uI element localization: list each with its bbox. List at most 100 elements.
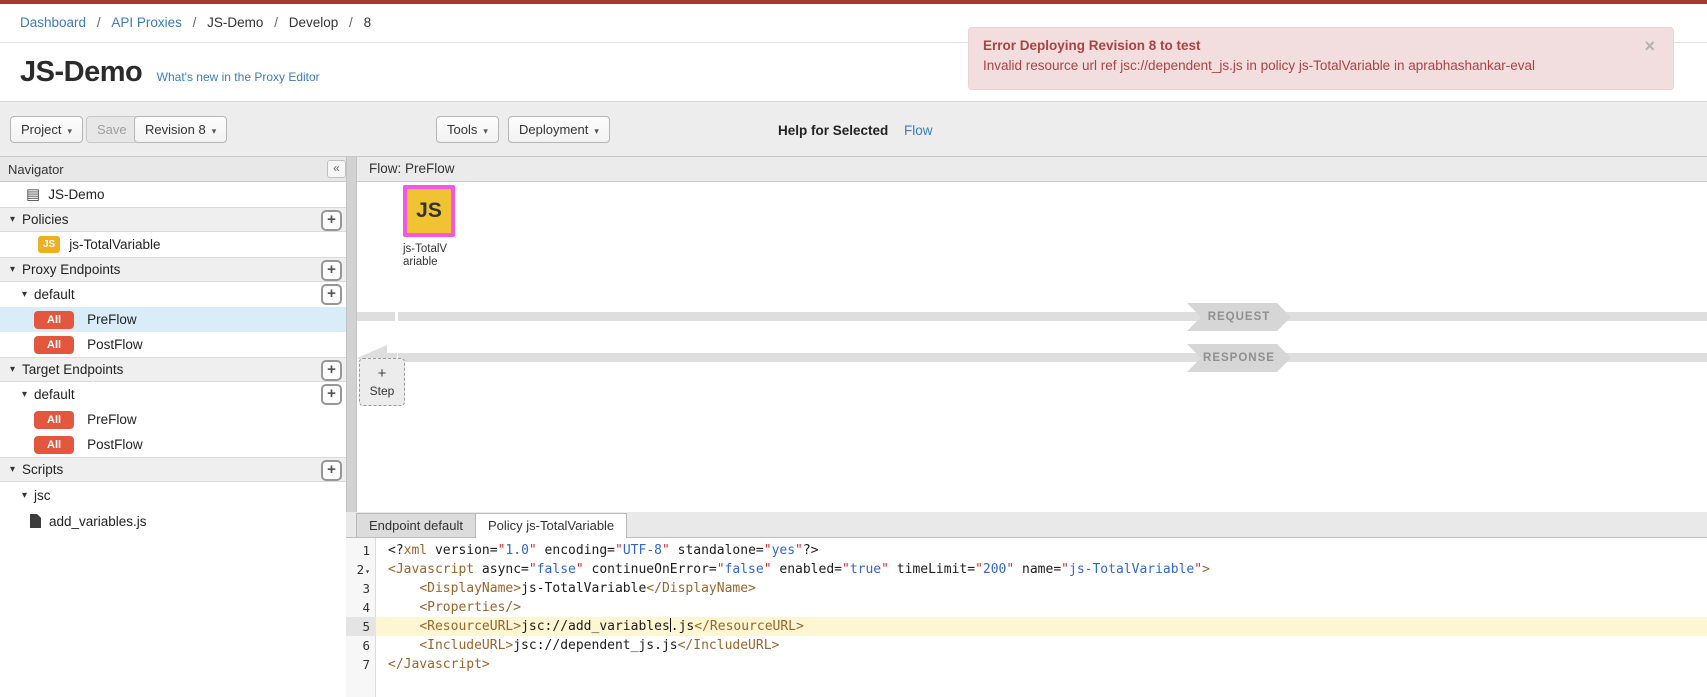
breadcrumb-separator: / (274, 15, 278, 30)
fold-caret-icon[interactable]: ▾ (365, 567, 370, 576)
proxy-editor-page: Dashboard / API Proxies / JS-Demo / Deve… (0, 0, 1707, 697)
sidebar-item-proxy-postflow[interactable]: All PostFlow (0, 332, 346, 357)
deployment-button-label: Deployment (519, 122, 588, 137)
add-step-button[interactable]: + Step (359, 358, 405, 406)
sidebar-section-label: Target Endpoints (22, 362, 123, 377)
chevron-down-icon[interactable]: ▾ (10, 364, 15, 375)
tools-button-label: Tools (447, 122, 477, 137)
code-line-text: <IncludeURL>jsc://dependent_js.js</Inclu… (376, 636, 1707, 655)
navigator-header: Navigator (0, 157, 346, 182)
code-line-2[interactable]: 2▾<Javascript async="false" continueOnEr… (346, 560, 1707, 579)
code-line-6[interactable]: 6 <IncludeURL>jsc://dependent_js.js</Inc… (346, 636, 1707, 655)
code-line-4[interactable]: 4 <Properties/> (346, 598, 1707, 617)
code-line-text: <?xml version="1.0" encoding="UTF-8" sta… (376, 541, 1707, 560)
sidebar-item-proxy-root[interactable]: ▤ JS-Demo (0, 182, 346, 207)
flow-panel: Flow: PreFlow JS js-TotalV ariable REQUE… (357, 157, 1707, 512)
add-policy-button[interactable]: + (321, 210, 342, 231)
code-tab-strip: Endpoint default Policy js-TotalVariable (346, 512, 1707, 538)
chevron-down-icon: ▾ (67, 126, 72, 136)
code-line-5[interactable]: 5 <ResourceURL>jsc://add_variables.js</R… (346, 617, 1707, 636)
sidebar-item-proxy-preflow[interactable]: All PreFlow (0, 307, 346, 332)
error-message: Invalid resource url ref jsc://dependent… (983, 56, 1601, 76)
navigator-panel: Navigator ▤ JS-Demo ▾ Policies + JS js-T… (0, 157, 346, 697)
sidebar-section-target-endpoints[interactable]: ▾ Target Endpoints + (0, 357, 346, 382)
chevron-down-icon[interactable]: ▾ (22, 389, 27, 400)
add-target-endpoint-button[interactable]: + (321, 360, 342, 381)
sidebar-item-add-variables-js[interactable]: add_variables.js (0, 508, 346, 534)
all-badge: All (34, 311, 74, 329)
revision-button-label: Revision 8 (145, 122, 206, 137)
sidebar-item-target-default[interactable]: ▾ default + (0, 382, 346, 407)
sidebar-item-label: add_variables.js (49, 514, 147, 529)
chevron-down-icon[interactable]: ▾ (10, 464, 15, 475)
deployment-button[interactable]: Deployment▾ (508, 116, 610, 143)
add-proxy-endpoint-button[interactable]: + (321, 260, 342, 281)
file-icon (30, 514, 41, 528)
response-banner: RESPONSE (1187, 344, 1291, 372)
add-script-button[interactable]: + (321, 460, 342, 481)
sidebar-item-target-preflow[interactable]: All PreFlow (0, 407, 346, 432)
sidebar-item-label: JS-Demo (48, 187, 104, 202)
code-line-text: <DisplayName>js-TotalVariable</DisplayNa… (376, 579, 1707, 598)
project-button-label: Project (21, 122, 61, 137)
breadcrumb-separator: / (193, 15, 197, 30)
sidebar-item-label: jsc (34, 488, 51, 503)
chevron-down-icon: ▾ (212, 126, 217, 136)
sidebar-item-js-totalvariable[interactable]: JS js-TotalVariable (0, 232, 346, 257)
response-flow-line (398, 353, 1707, 362)
page-title: JS-Demo (20, 56, 142, 88)
project-button[interactable]: Project ▾ (10, 116, 83, 143)
all-badge: All (34, 436, 74, 454)
breadcrumb-api-proxies[interactable]: API Proxies (111, 15, 182, 30)
code-line-7[interactable]: 7</Javascript> (346, 655, 1707, 674)
request-banner: REQUEST (1187, 303, 1291, 331)
sidebar-section-proxy-endpoints[interactable]: ▾ Proxy Endpoints + (0, 257, 346, 282)
code-line-3[interactable]: 3 <DisplayName>js-TotalVariable</Display… (346, 579, 1707, 598)
sidebar-section-scripts[interactable]: ▾ Scripts + (0, 457, 346, 482)
chevron-down-icon[interactable]: ▾ (10, 264, 15, 275)
sidebar-item-label: PreFlow (87, 312, 137, 327)
code-line-1[interactable]: 1<?xml version="1.0" encoding="UTF-8" st… (346, 541, 1707, 560)
line-number: 6 (346, 636, 376, 655)
top-accent-bar (0, 0, 1707, 4)
line-number: 7 (346, 655, 376, 674)
breadcrumb-dashboard[interactable]: Dashboard (20, 15, 86, 30)
add-flow-button[interactable]: + (321, 384, 342, 405)
code-editor[interactable]: 1<?xml version="1.0" encoding="UTF-8" st… (346, 538, 1707, 697)
response-banner-label: RESPONSE (1203, 352, 1275, 364)
sidebar-item-jsc-folder[interactable]: ▾ jsc (0, 482, 346, 508)
panel-divider[interactable] (346, 157, 357, 512)
collapse-navigator-button[interactable]: « (327, 160, 346, 178)
tab-policy-js-totalvariable[interactable]: Policy js-TotalVariable (475, 513, 627, 538)
close-icon[interactable]: × (1644, 36, 1655, 57)
request-banner-label: REQUEST (1208, 311, 1271, 323)
line-number: 1 (346, 541, 376, 560)
breadcrumb: Dashboard / API Proxies / JS-Demo / Deve… (20, 14, 371, 30)
sidebar-item-target-postflow[interactable]: All PostFlow (0, 432, 346, 457)
save-button[interactable]: Save (86, 116, 138, 143)
chevron-down-icon[interactable]: ▾ (22, 490, 27, 501)
chevron-down-icon[interactable]: ▾ (22, 289, 27, 300)
whats-new-link[interactable]: What's new in the Proxy Editor (157, 70, 320, 84)
add-step-label: Step (370, 384, 395, 398)
error-toast: Error Deploying Revision 8 to test Inval… (968, 27, 1674, 90)
revision-button[interactable]: Revision 8 ▾ (134, 116, 227, 143)
proxy-icon: ▤ (26, 187, 40, 202)
line-number: 2▾ (346, 560, 376, 579)
sidebar-section-policies[interactable]: ▾ Policies + (0, 207, 346, 232)
code-panel: Endpoint default Policy js-TotalVariable… (346, 512, 1707, 697)
js-policy-badge: JS (38, 236, 60, 253)
flow-help-link[interactable]: Flow (904, 123, 933, 138)
chevron-down-icon[interactable]: ▾ (10, 214, 15, 225)
tools-button[interactable]: Tools ▾ (436, 116, 499, 143)
all-badge: All (34, 411, 74, 429)
sidebar-item-label: js-TotalVariable (69, 237, 160, 252)
tab-endpoint-default[interactable]: Endpoint default (356, 513, 476, 537)
sidebar-item-label: PostFlow (87, 337, 143, 352)
chevron-down-icon: ▾ (483, 126, 488, 136)
sidebar-section-label: Policies (22, 212, 69, 227)
add-flow-button[interactable]: + (321, 284, 342, 305)
breadcrumb-develop: Develop (289, 15, 339, 30)
js-policy-icon[interactable]: JS (403, 185, 455, 237)
sidebar-item-proxy-default[interactable]: ▾ default + (0, 282, 346, 307)
